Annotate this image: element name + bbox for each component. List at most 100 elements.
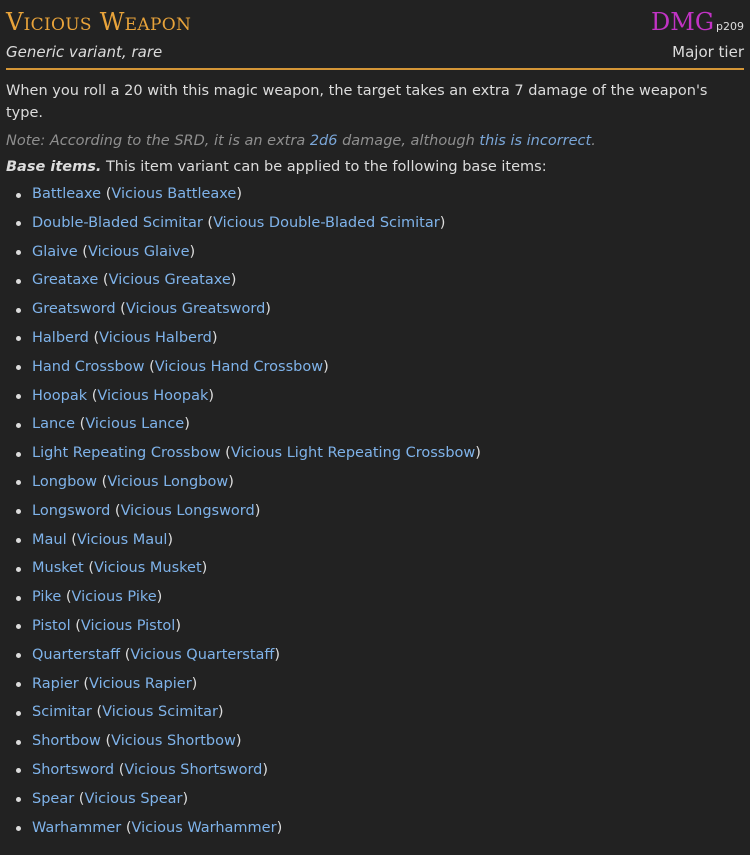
list-item: Halberd (Vicious Halberd) bbox=[16, 324, 744, 353]
list-item: Spear (Vicious Spear) bbox=[16, 785, 744, 814]
variant-item-link[interactable]: Vicious Hand Crossbow bbox=[155, 359, 323, 375]
paren-open: ( bbox=[114, 761, 125, 778]
variant-item-link[interactable]: Vicious Pistol bbox=[81, 618, 175, 634]
paren-close: ) bbox=[274, 646, 281, 663]
list-item: Greatsword (Vicious Greatsword) bbox=[16, 295, 744, 324]
note-suffix: . bbox=[591, 133, 596, 149]
list-item: Rapier (Vicious Rapier) bbox=[16, 670, 744, 699]
base-item-link[interactable]: Shortsword bbox=[32, 762, 114, 778]
paren-close: ) bbox=[182, 790, 189, 807]
variant-item-link[interactable]: Vicious Spear bbox=[84, 791, 182, 807]
item-tier: Major tier bbox=[672, 43, 744, 61]
paren-open: ( bbox=[115, 301, 126, 318]
paren-open: ( bbox=[120, 646, 131, 663]
base-item-link[interactable]: Greatsword bbox=[32, 301, 116, 317]
base-item-link[interactable]: Longsword bbox=[32, 503, 110, 519]
list-item: Musket (Vicious Musket) bbox=[16, 554, 744, 583]
base-item-link[interactable]: Scimitar bbox=[32, 704, 92, 720]
dice-link[interactable]: 2d6 bbox=[310, 133, 338, 149]
paren-open: ( bbox=[121, 819, 132, 836]
base-item-link[interactable]: Maul bbox=[32, 532, 67, 548]
variant-item-link[interactable]: Vicious Scimitar bbox=[102, 704, 218, 720]
variant-item-link[interactable]: Vicious Light Repeating Crossbow bbox=[231, 445, 475, 461]
header-divider bbox=[6, 68, 744, 70]
paren-close: ) bbox=[439, 214, 446, 231]
list-item: Double-Bladed Scimitar (Vicious Double-B… bbox=[16, 209, 744, 238]
base-item-link[interactable]: Pike bbox=[32, 589, 61, 605]
base-item-link[interactable]: Double-Bladed Scimitar bbox=[32, 215, 203, 231]
base-item-link[interactable]: Battleaxe bbox=[32, 186, 101, 202]
variant-item-link[interactable]: Vicious Hoopak bbox=[97, 388, 208, 404]
list-item: Maul (Vicious Maul) bbox=[16, 526, 744, 555]
base-items-list: Battleaxe (Vicious Battleaxe) Double-Blad… bbox=[6, 180, 744, 842]
paren-close: ) bbox=[262, 761, 269, 778]
paren-open: ( bbox=[77, 243, 88, 260]
paren-open: ( bbox=[87, 387, 98, 404]
paren-close: ) bbox=[201, 560, 208, 577]
base-item-link[interactable]: Pistol bbox=[32, 618, 71, 634]
paren-close: ) bbox=[156, 589, 163, 606]
base-item-link[interactable]: Hand Crossbow bbox=[32, 359, 144, 375]
base-items-label: Base items. bbox=[6, 159, 102, 175]
variant-item-link[interactable]: Vicious Greatsword bbox=[126, 301, 265, 317]
base-item-link[interactable]: Shortbow bbox=[32, 733, 101, 749]
base-item-link[interactable]: Light Repeating Crossbow bbox=[32, 445, 221, 461]
paren-close: ) bbox=[189, 243, 196, 260]
paren-open: ( bbox=[97, 473, 108, 490]
source-page: p209 bbox=[716, 20, 744, 33]
variant-item-link[interactable]: Vicious Double-Bladed Scimitar bbox=[213, 215, 440, 231]
list-item: Pike (Vicious Pike) bbox=[16, 583, 744, 612]
paren-close: ) bbox=[228, 473, 234, 490]
variant-item-link[interactable]: Vicious Pike bbox=[72, 589, 157, 605]
paren-open: ( bbox=[91, 704, 103, 721]
variant-item-link[interactable]: Vicious Shortbow bbox=[111, 733, 236, 749]
list-item: Hand Crossbow (Vicious Hand Crossbow) bbox=[16, 353, 744, 382]
base-item-link[interactable]: Greataxe bbox=[32, 272, 98, 288]
variant-item-link[interactable]: Vicious Longbow bbox=[107, 474, 228, 490]
variant-item-link[interactable]: Vicious Maul bbox=[77, 532, 167, 548]
paren-open: ( bbox=[88, 329, 100, 346]
paren-open: ( bbox=[202, 214, 214, 231]
variant-item-link[interactable]: Vicious Warhammer bbox=[132, 820, 277, 836]
paren-close: ) bbox=[175, 617, 181, 634]
variant-item-link[interactable]: Vicious Lance bbox=[85, 416, 184, 432]
base-item-link[interactable]: Warhammer bbox=[32, 820, 121, 836]
base-item-link[interactable]: Musket bbox=[32, 560, 84, 576]
base-item-link[interactable]: Quarterstaff bbox=[32, 647, 120, 663]
list-item: Scimitar (Vicious Scimitar) bbox=[16, 698, 744, 727]
variant-item-link[interactable]: Vicious Greataxe bbox=[109, 272, 231, 288]
base-item-link[interactable]: Rapier bbox=[32, 676, 79, 692]
variant-item-link[interactable]: Vicious Battleaxe bbox=[111, 186, 236, 202]
variant-item-link[interactable]: Vicious Musket bbox=[94, 560, 202, 576]
paren-open: ( bbox=[98, 272, 109, 289]
paren-open: ( bbox=[144, 358, 155, 375]
list-item: Shortsword (Vicious Shortsword) bbox=[16, 756, 744, 785]
paren-close: ) bbox=[230, 272, 237, 289]
base-item-link[interactable]: Glaive bbox=[32, 244, 78, 260]
item-description: When you roll a 20 with this magic weapo… bbox=[6, 83, 708, 121]
list-item: Longbow (Vicious Longbow) bbox=[16, 468, 744, 497]
paren-open: ( bbox=[70, 617, 81, 634]
variant-item-link[interactable]: Vicious Quarterstaff bbox=[130, 647, 274, 663]
base-item-link[interactable]: Longbow bbox=[32, 474, 97, 490]
paren-close: ) bbox=[254, 502, 261, 519]
note-middle: damage, although bbox=[337, 133, 480, 149]
variant-item-link[interactable]: Vicious Rapier bbox=[89, 676, 192, 692]
variant-item-link[interactable]: Vicious Halberd bbox=[99, 330, 212, 346]
variant-item-link[interactable]: Vicious Longsword bbox=[121, 503, 255, 519]
srd-note: Note: According to the SRD, it is an ext… bbox=[6, 130, 744, 152]
variant-item-link[interactable]: Vicious Shortsword bbox=[124, 762, 262, 778]
paren-close: ) bbox=[276, 819, 283, 836]
paren-close: ) bbox=[236, 186, 243, 202]
variant-item-link[interactable]: Vicious Glaive bbox=[88, 244, 190, 260]
paren-open: ( bbox=[100, 733, 112, 750]
base-item-link[interactable]: Hoopak bbox=[32, 388, 87, 404]
source-abbr-link[interactable]: DMG bbox=[651, 8, 714, 36]
paren-close: ) bbox=[208, 387, 215, 404]
incorrect-link[interactable]: this is incorrect bbox=[479, 133, 591, 149]
base-item-link[interactable]: Halberd bbox=[32, 330, 89, 346]
paren-close: ) bbox=[217, 704, 224, 721]
base-item-link[interactable]: Spear bbox=[32, 791, 74, 807]
list-item: Pistol (Vicious Pistol) bbox=[16, 612, 744, 641]
base-item-link[interactable]: Lance bbox=[32, 416, 75, 432]
